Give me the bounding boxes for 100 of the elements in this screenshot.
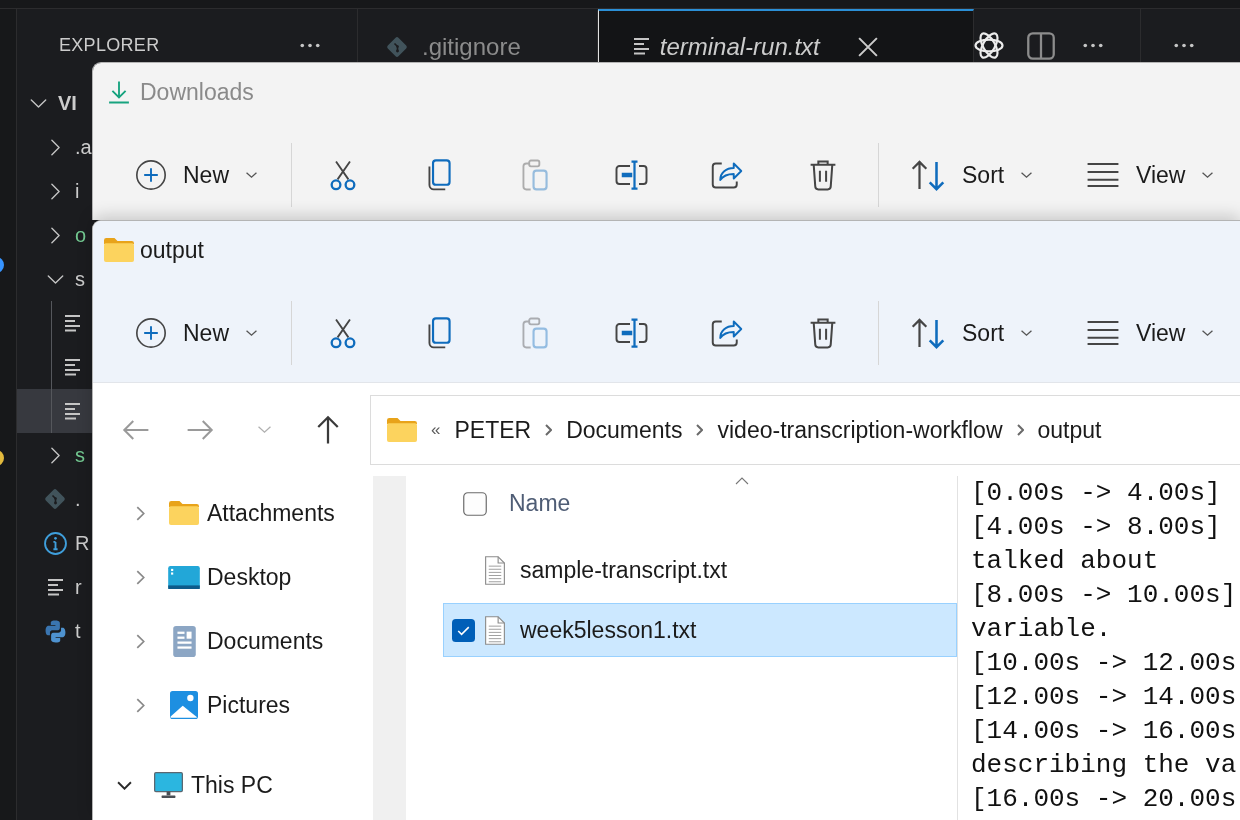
select-all-checkbox[interactable]	[463, 491, 487, 516]
tree-item[interactable]: r	[17, 565, 92, 609]
preview-line: [0.00s -> 4.00s]	[971, 477, 1221, 510]
scissors-icon	[329, 317, 357, 349]
breadcrumb[interactable]: video-transcription-workflow	[717, 416, 1003, 444]
chevron-right-icon[interactable]	[50, 226, 60, 244]
preview-line: [8.00s -> 10.00s]	[971, 579, 1237, 612]
panel-title: EXPLORER	[59, 34, 160, 56]
preview-line: [16.00s -> 20.00s	[971, 783, 1237, 816]
sort-button[interactable]: Sort	[895, 147, 1045, 203]
tree-item[interactable]: R	[17, 521, 92, 565]
plus-circle-icon	[136, 160, 166, 190]
tab[interactable]: terminal-run.txt	[597, 9, 974, 62]
folder-icon	[169, 501, 199, 525]
preview-line: [4.00s -> 8.00s]	[971, 511, 1221, 544]
new-button[interactable]: New	[119, 147, 271, 203]
clipboard-icon	[522, 317, 548, 349]
scissors-icon	[329, 159, 357, 191]
copy-icon	[427, 159, 451, 191]
chevron-right-icon[interactable]	[50, 182, 60, 200]
forward-arrow-icon	[186, 419, 214, 441]
knot-icon[interactable]	[974, 32, 1004, 59]
address-bar[interactable]: « PETER Documents video-transcription-workflow output	[370, 395, 1240, 465]
nav-item[interactable]: This PC	[93, 753, 373, 817]
rename-icon	[614, 318, 648, 348]
tree-item[interactable]: s	[17, 433, 92, 477]
plus-circle-icon	[136, 318, 166, 348]
clipboard-icon	[522, 159, 548, 191]
rename-icon	[614, 160, 648, 190]
python-icon	[44, 619, 66, 643]
list-lines-icon	[1087, 163, 1119, 187]
preview-line: [14.00s -> 16.00s	[971, 715, 1237, 748]
info-icon	[43, 531, 67, 555]
share-icon	[711, 161, 743, 189]
tree-item[interactable]: o	[17, 213, 92, 257]
text-file-icon	[485, 615, 505, 645]
desktop-icon	[168, 565, 200, 589]
close-icon[interactable]	[857, 36, 878, 57]
tree-item[interactable]	[17, 389, 92, 433]
nav-item[interactable]: Desktop	[93, 545, 373, 609]
chevron-right-icon[interactable]	[50, 446, 60, 464]
breadcrumb[interactable]: Documents	[566, 416, 683, 444]
view-button[interactable]: View	[1071, 305, 1213, 361]
back-arrow-icon	[122, 419, 150, 441]
nav-item[interactable]: Attachments	[93, 481, 373, 545]
more-icon[interactable]	[1083, 43, 1103, 48]
window-title: Downloads	[140, 78, 254, 106]
trash-icon	[809, 317, 837, 349]
tree-item[interactable]: .	[17, 477, 92, 521]
sort-arrows-icon	[911, 317, 945, 349]
breadcrumb-overflow[interactable]: «	[431, 420, 441, 440]
tree-item[interactable]: VI	[17, 81, 92, 125]
chevron-right-icon[interactable]	[696, 424, 704, 436]
new-button[interactable]: New	[119, 305, 271, 361]
preview-line: variable.	[971, 613, 1112, 646]
sort-button[interactable]: Sort	[895, 305, 1045, 361]
breadcrumb[interactable]: output	[1037, 416, 1102, 444]
more-icon[interactable]	[300, 42, 320, 48]
chevron-down-icon	[257, 426, 271, 434]
nav-item[interactable]: Pictures	[93, 673, 373, 737]
text-lines-icon	[63, 358, 81, 376]
preview-line: talked about	[971, 545, 1159, 578]
tree-item[interactable]: s	[17, 257, 92, 301]
folder-icon	[387, 418, 417, 442]
picture-icon	[170, 691, 198, 719]
file-row[interactable]: week5lesson1.txt	[443, 603, 957, 657]
trash-icon	[809, 159, 837, 191]
chevron-right-icon[interactable]	[1016, 424, 1024, 436]
breadcrumb[interactable]: PETER	[454, 416, 532, 444]
monitor-icon	[153, 772, 183, 798]
column-header[interactable]: Name	[509, 490, 571, 517]
split-editor-icon[interactable]	[1027, 31, 1055, 60]
tree-item[interactable]: i	[17, 169, 92, 213]
nav-item[interactable]: Documents	[93, 609, 373, 673]
preview-line: describing the va	[971, 749, 1237, 782]
text-lines-icon	[46, 578, 64, 596]
tree-item[interactable]: .a	[17, 125, 92, 169]
window-title: output	[140, 236, 204, 264]
sort-arrows-icon	[911, 159, 945, 191]
text-file-icon	[485, 555, 505, 585]
chevron-right-icon[interactable]	[545, 424, 553, 436]
text-lines-icon	[632, 38, 650, 55]
up-arrow-icon	[316, 415, 340, 445]
text-lines-icon	[63, 402, 81, 420]
view-button[interactable]: View	[1071, 147, 1213, 203]
folder-icon	[104, 238, 134, 262]
chevron-down-icon[interactable]	[116, 780, 132, 790]
chevron-right-icon[interactable]	[50, 138, 60, 156]
document-icon	[172, 625, 196, 657]
download-icon	[108, 80, 130, 104]
share-icon	[711, 319, 743, 347]
checkbox[interactable]	[452, 618, 475, 642]
preview-line: [12.00s -> 14.00s	[971, 681, 1237, 714]
list-lines-icon	[1087, 321, 1119, 345]
copy-icon	[427, 317, 451, 349]
tree-item[interactable]: t	[17, 609, 92, 653]
text-lines-icon	[63, 314, 81, 332]
preview-line: [10.00s -> 12.00s	[971, 647, 1237, 680]
more-icon[interactable]	[1174, 43, 1194, 48]
file-row[interactable]: sample-transcript.txt	[443, 543, 957, 597]
